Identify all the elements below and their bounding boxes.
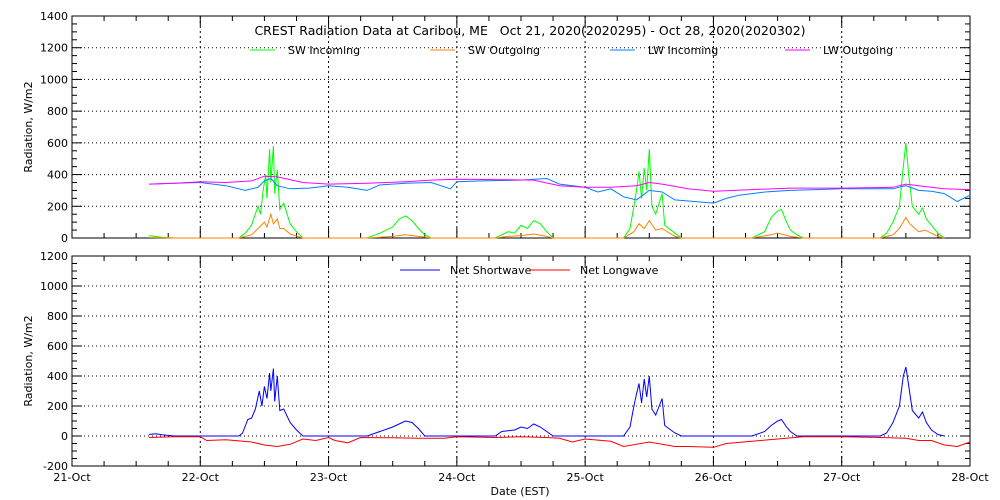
x-tick-label: 21-Oct <box>53 471 91 484</box>
chart-title: CREST Radiation Data at Caribou, ME Oct … <box>254 23 805 38</box>
y-tick-label: 1200 <box>40 42 68 55</box>
series-line-sw_out <box>148 212 945 239</box>
y-tick-label: 400 <box>47 169 68 182</box>
series-line-net_sw <box>148 366 945 437</box>
y-tick-label: 1400 <box>40 10 68 23</box>
y-tick-label: 1000 <box>40 280 68 293</box>
legend-label-lw_in: LW Incoming <box>648 44 718 57</box>
legend-label-sw_in: SW Incoming <box>288 44 360 57</box>
y-tick-label: 1000 <box>40 73 68 86</box>
x-tick-label: 28-Oct <box>951 471 989 484</box>
y-tick-label: 600 <box>47 340 68 353</box>
y-tick-label: 200 <box>47 400 68 413</box>
x-tick-label: 23-Oct <box>310 471 348 484</box>
legend-label-sw_out: SW Outgoing <box>468 44 540 57</box>
y-tick-label: 200 <box>47 200 68 213</box>
y-tick-label: 0 <box>61 430 68 443</box>
top-panel: 0 200 400 600 800 1000 1200 1400 Radiation, W/m2… <box>22 10 971 245</box>
x-tick-label: 22-Oct <box>182 471 220 484</box>
series-line-net_lw <box>148 436 971 448</box>
y-axis-label: Radiation, W/m2 <box>22 81 35 172</box>
y-tick-label: 600 <box>47 137 68 150</box>
legend-label-lw_out: LW Outgoing <box>823 44 893 57</box>
bottom-panel: -200020040060080010001200Radiation, W/m2… <box>22 250 989 484</box>
y-tick-label: 800 <box>47 105 68 118</box>
x-tick-label: 25-Oct <box>566 471 604 484</box>
x-axis-label: Date (EST) <box>490 485 549 498</box>
radiation-chart: CREST Radiation Data at Caribou, ME Oct … <box>22 10 989 498</box>
x-tick-label: 27-Oct <box>823 471 861 484</box>
y-tick-label: 800 <box>47 310 68 323</box>
x-tick-label: 26-Oct <box>695 471 733 484</box>
y-tick-label: 1200 <box>40 250 68 263</box>
series-line-lw_in <box>148 177 971 204</box>
y-tick-label: 0 <box>61 232 68 245</box>
x-tick-label: 24-Oct <box>438 471 476 484</box>
plot-frame <box>71 255 971 467</box>
legend-label-net_sw: Net Shortwave <box>450 264 532 277</box>
legend-label-net_lw: Net Longwave <box>580 264 659 277</box>
y-axis-label: Radiation, W/m2 <box>22 315 35 406</box>
y-tick-label: 400 <box>47 370 68 383</box>
